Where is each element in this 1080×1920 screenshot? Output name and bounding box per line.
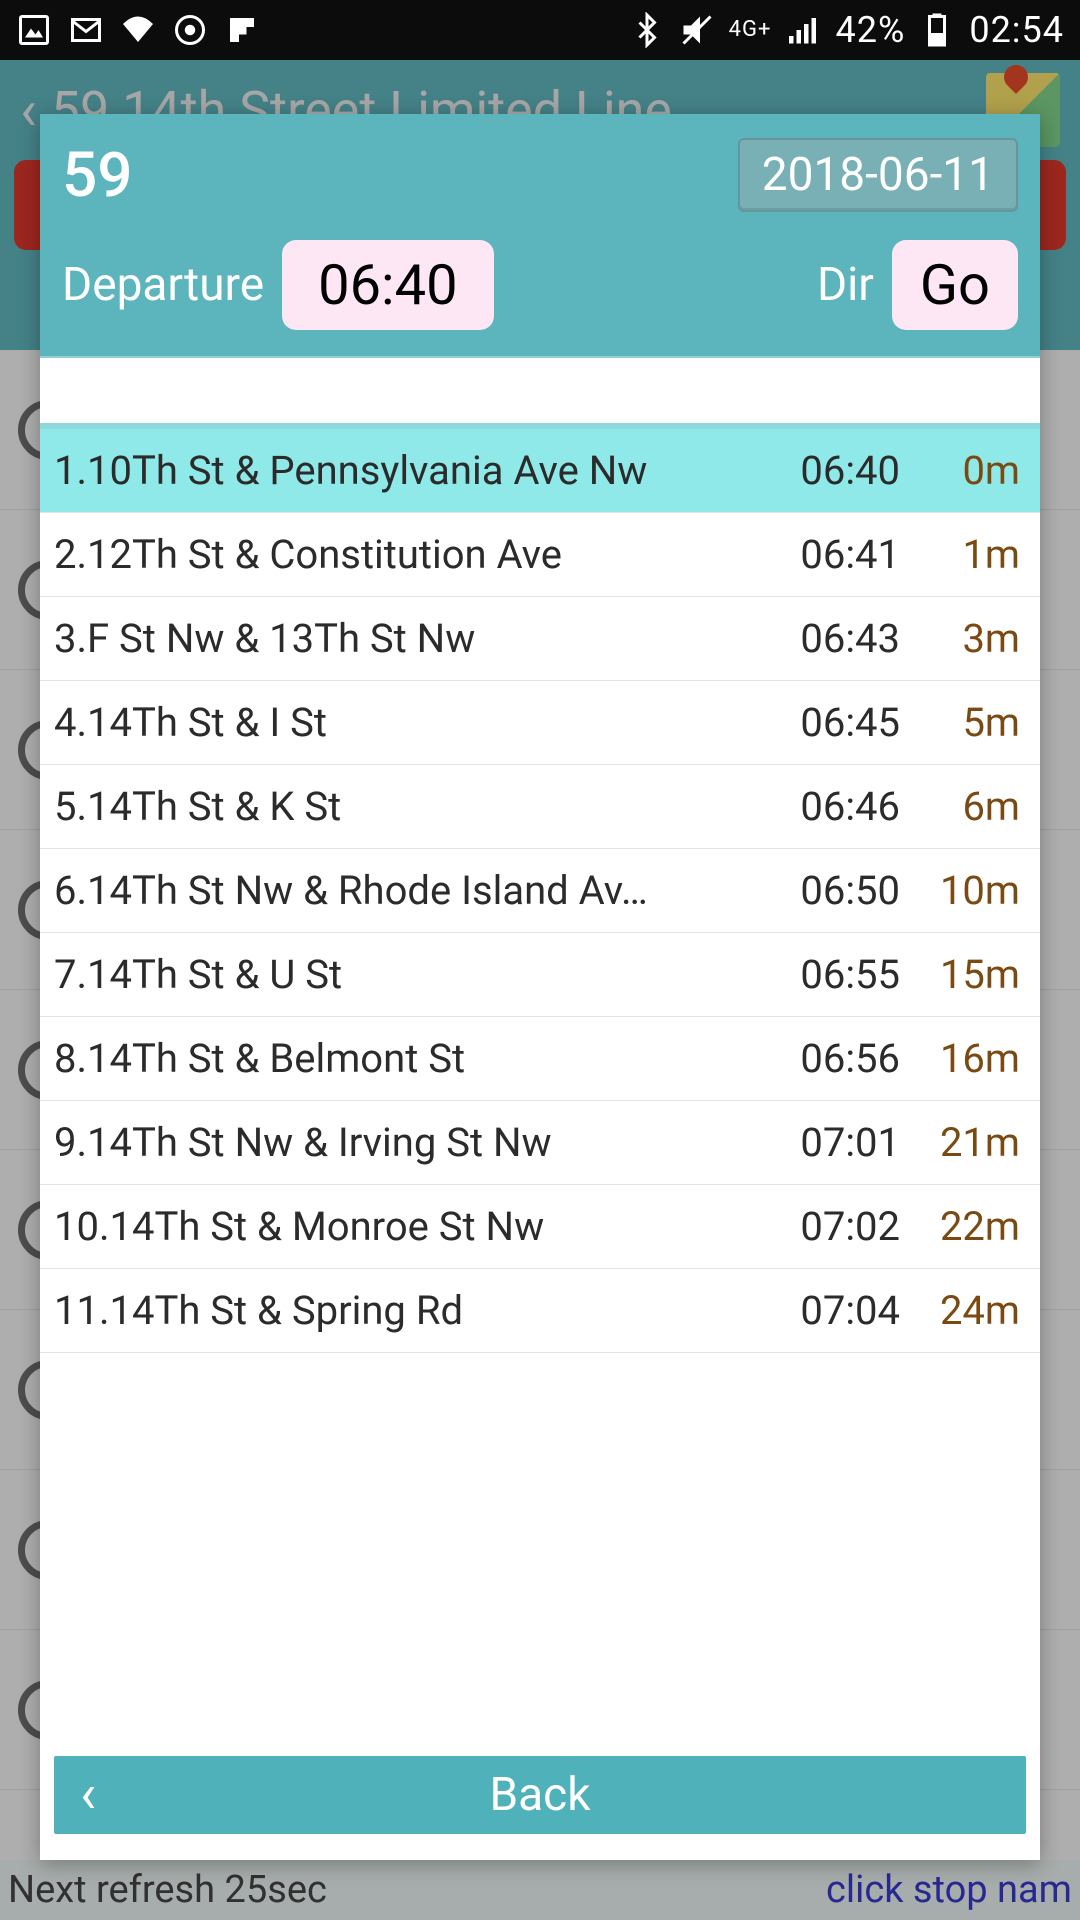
stop-name: 7.14Th St & U St [54, 951, 750, 998]
direction-toggle[interactable]: Go [892, 240, 1018, 330]
stop-travel: 10m [900, 867, 1020, 914]
stop-row[interactable]: 10.14Th St & Monroe St Nw07:0222m [40, 1185, 1040, 1269]
stop-travel: 1m [900, 531, 1020, 578]
stop-arrival: 06:46 [750, 783, 900, 830]
status-right-icons: 4G+ 42% 02:54 [629, 9, 1064, 51]
chevron-left-icon: ‹ [80, 1768, 96, 1822]
stop-arrival: 06:55 [750, 951, 900, 998]
stop-row[interactable]: 5.14Th St & K St06:466m [40, 765, 1040, 849]
column-headers: Stop Name Arrival Travel [40, 356, 1040, 423]
stop-row[interactable]: 3.F St Nw & 13Th St Nw06:433m [40, 597, 1040, 681]
flipboard-icon [224, 12, 260, 48]
stop-arrival: 06:50 [750, 867, 900, 914]
battery-percentage: 42% [836, 9, 906, 51]
back-button-label: Back [489, 1768, 590, 1822]
departure-time-picker[interactable]: 06:40 [282, 240, 493, 330]
gallery-icon [16, 12, 52, 48]
stop-travel: 16m [900, 1035, 1020, 1082]
stop-row[interactable]: 4.14Th St & I St06:455m [40, 681, 1040, 765]
stop-name: 8.14Th St & Belmont St [54, 1035, 750, 1082]
stop-row[interactable]: 8.14Th St & Belmont St06:5616m [40, 1017, 1040, 1101]
direction-label: Dir [817, 258, 874, 312]
stop-name: 6.14Th St Nw & Rhode Island Av… [54, 867, 750, 914]
stop-travel: 24m [900, 1287, 1020, 1334]
date-picker[interactable]: 2018-06-11 [738, 138, 1018, 212]
stop-travel: 22m [900, 1203, 1020, 1250]
schedule-modal: 59 2018-06-11 Departure 06:40 Dir Go Sto… [40, 114, 1040, 1860]
col-stop-name: Stop Name [62, 364, 668, 413]
back-button[interactable]: ‹ Back [54, 1756, 1026, 1834]
stop-travel: 21m [900, 1119, 1020, 1166]
signal-icon [786, 12, 822, 48]
stop-arrival: 06:43 [750, 615, 900, 662]
bluetooth-icon [629, 12, 665, 48]
stops-list[interactable]: 1.10Th St & Pennsylvania Ave Nw06:400m2.… [40, 429, 1040, 1738]
stop-travel: 5m [900, 699, 1020, 746]
stop-row[interactable]: 1.10Th St & Pennsylvania Ave Nw06:400m [40, 429, 1040, 513]
network-type: 4G+ [729, 19, 772, 41]
stop-arrival: 06:45 [750, 699, 900, 746]
wifi-icon [120, 12, 156, 48]
clock: 02:54 [969, 9, 1064, 51]
stop-row[interactable]: 11.14Th St & Spring Rd07:0424m [40, 1269, 1040, 1353]
stop-travel: 0m [900, 447, 1020, 494]
col-travel: Travel [848, 364, 1018, 413]
status-left-icons [16, 12, 260, 48]
route-number: 59 [62, 139, 132, 212]
stop-arrival: 07:01 [750, 1119, 900, 1166]
modal-header: 59 2018-06-11 Departure 06:40 Dir Go [40, 114, 1040, 356]
stop-name: 1.10Th St & Pennsylvania Ave Nw [54, 447, 750, 494]
status-bar: 4G+ 42% 02:54 [0, 0, 1080, 60]
stop-arrival: 06:56 [750, 1035, 900, 1082]
stop-name: 3.F St Nw & 13Th St Nw [54, 615, 750, 662]
stop-travel: 6m [900, 783, 1020, 830]
stop-row[interactable]: 9.14Th St Nw & Irving St Nw07:0121m [40, 1101, 1040, 1185]
stop-name: 9.14Th St Nw & Irving St Nw [54, 1119, 750, 1166]
stop-arrival: 06:41 [750, 531, 900, 578]
chrome-icon [172, 12, 208, 48]
stop-row[interactable]: 2.12Th St & Constitution Ave06:411m [40, 513, 1040, 597]
stop-arrival: 07:02 [750, 1203, 900, 1250]
stop-row[interactable]: 7.14Th St & U St06:5515m [40, 933, 1040, 1017]
mute-icon [679, 12, 715, 48]
stop-name: 11.14Th St & Spring Rd [54, 1287, 750, 1334]
stop-arrival: 06:40 [750, 447, 900, 494]
stop-name: 10.14Th St & Monroe St Nw [54, 1203, 750, 1250]
stop-travel: 3m [900, 615, 1020, 662]
gmail-icon [68, 12, 104, 48]
stop-arrival: 07:04 [750, 1287, 900, 1334]
stop-row[interactable]: 6.14Th St Nw & Rhode Island Av…06:5010m [40, 849, 1040, 933]
col-arrival: Arrival [668, 364, 848, 413]
stop-travel: 15m [900, 951, 1020, 998]
stop-name: 4.14Th St & I St [54, 699, 750, 746]
battery-icon [919, 12, 955, 48]
stop-name: 2.12Th St & Constitution Ave [54, 531, 750, 578]
departure-label: Departure [62, 258, 264, 312]
stop-name: 5.14Th St & K St [54, 783, 750, 830]
